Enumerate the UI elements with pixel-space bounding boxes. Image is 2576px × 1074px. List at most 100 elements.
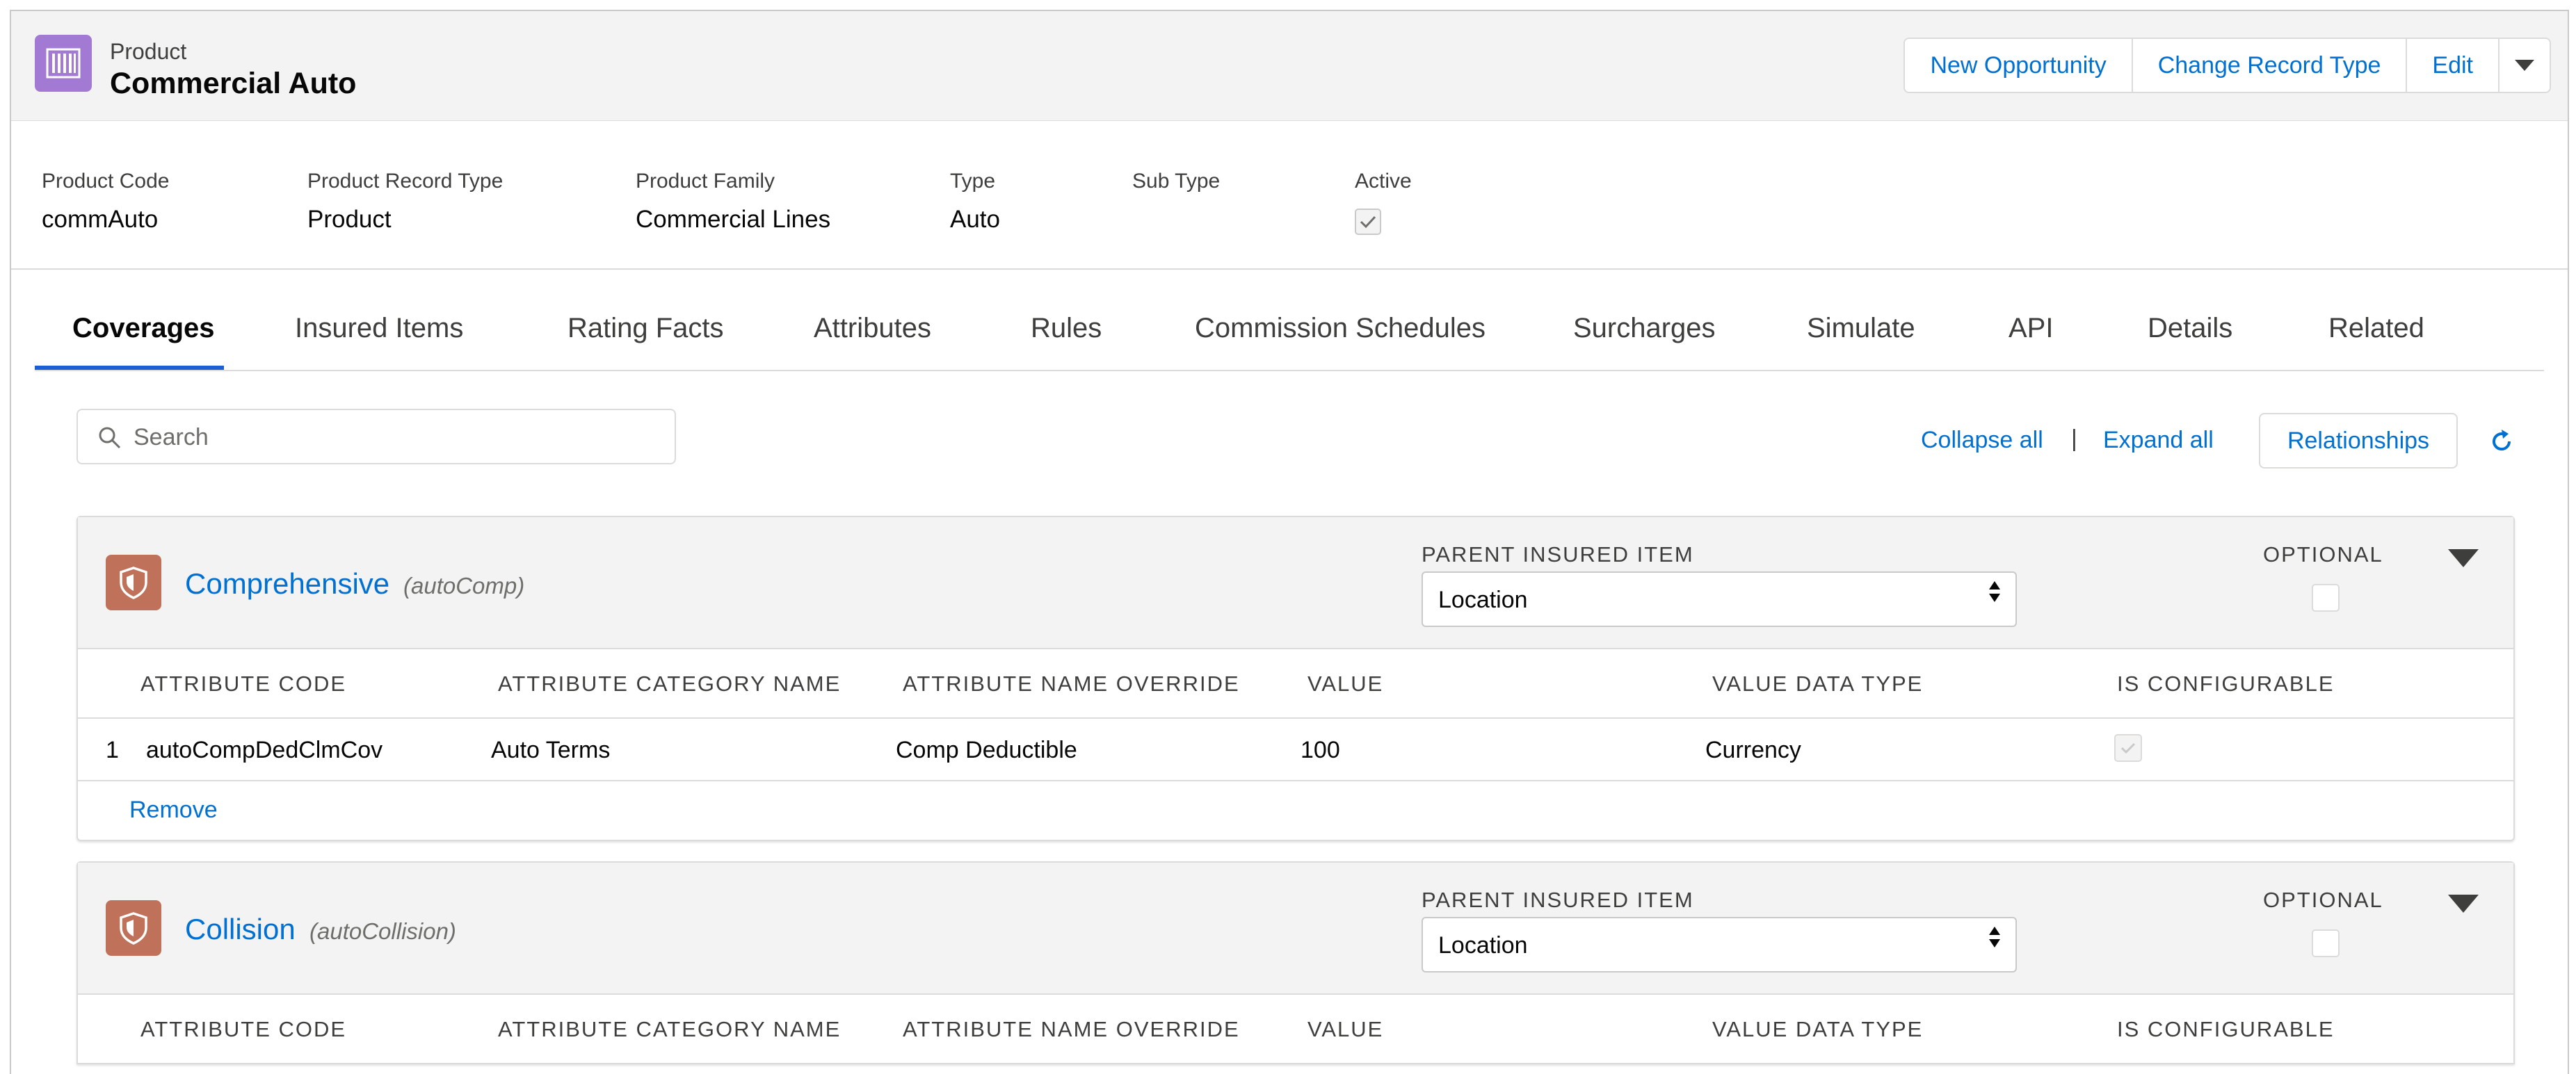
column-header: ATTRIBUTE CODE [140, 672, 347, 696]
checkmark-icon [1360, 215, 1376, 229]
attributes-table-header: ATTRIBUTE CODE ATTRIBUTE CATEGORY NAME A… [78, 995, 2513, 1064]
record-header: Product Commercial Auto New Opportunity … [11, 11, 2568, 121]
field-type: Type Auto [950, 170, 1000, 234]
field-product-family: Product Family Commercial Lines [636, 170, 830, 234]
field-value: Commercial Lines [636, 206, 831, 233]
field-product-record-type: Product Record Type Product [307, 170, 503, 234]
column-header: VALUE [1307, 672, 1384, 696]
field-label: Product Record Type [307, 170, 504, 193]
tab-coverages[interactable]: Coverages [72, 313, 215, 344]
column-header: ATTRIBUTE NAME OVERRIDE [903, 1017, 1240, 1041]
product-icon [35, 35, 92, 92]
search-input[interactable]: Search [77, 409, 676, 464]
search-icon [99, 427, 121, 449]
page-title: Commercial Auto [110, 67, 357, 100]
optional-checkbox[interactable] [2312, 584, 2340, 612]
parent-insured-item-select[interactable]: Location [1422, 917, 2017, 973]
chevron-down-icon [2515, 60, 2534, 71]
table-row: 1 autoCompDedClmCov Auto Terms Comp Dedu… [78, 719, 2513, 781]
edit-button[interactable]: Edit [2407, 39, 2499, 92]
select-arrows-icon [1989, 581, 2000, 602]
column-header: ATTRIBUTE CATEGORY NAME [498, 672, 842, 696]
data-type-cell: Currency [1705, 737, 1801, 763]
checkmark-icon [2120, 742, 2136, 754]
relationships-button[interactable]: Relationships [2259, 413, 2458, 469]
active-tab-indicator [35, 366, 224, 370]
object-type-label: Product [110, 39, 187, 64]
change-record-type-button[interactable]: Change Record Type [2132, 39, 2408, 92]
expand-all-link[interactable]: Expand all [2103, 427, 2214, 454]
more-actions-button[interactable] [2499, 39, 2550, 92]
collapse-caret-icon[interactable] [2448, 549, 2479, 567]
shield-icon [106, 900, 161, 956]
tab-bar: Coverages Insured Items Rating Facts Att… [35, 286, 2544, 371]
separator: | [2071, 425, 2077, 452]
column-header: IS CONFIGURABLE [2117, 672, 2335, 696]
field-label: Active [1355, 170, 1412, 193]
highlights-panel: Product Code commAuto Product Record Typ… [11, 121, 2568, 270]
column-header: VALUE DATA TYPE [1712, 672, 1924, 696]
column-header: VALUE [1307, 1017, 1384, 1041]
tab-rules[interactable]: Rules [1031, 313, 1102, 344]
column-header: VALUE DATA TYPE [1712, 1017, 1924, 1041]
collapse-caret-icon[interactable] [2448, 895, 2479, 913]
name-override-cell: Comp Deductible [896, 737, 1077, 763]
parent-insured-item-label: PARENT INSURED ITEM [1422, 888, 1694, 912]
coverage-header: Comprehensive (autoComp) PARENT INSURED … [78, 517, 2513, 649]
category-cell: Auto Terms [491, 737, 611, 763]
column-header: ATTRIBUTE CATEGORY NAME [498, 1017, 842, 1041]
field-value: Auto [950, 206, 1000, 233]
tab-surcharges[interactable]: Surcharges [1573, 313, 1716, 344]
tab-commission-schedules[interactable]: Commission Schedules [1195, 313, 1486, 344]
optional-checkbox[interactable] [2312, 929, 2340, 957]
tab-details[interactable]: Details [2148, 313, 2232, 344]
app-frame: Product Commercial Auto New Opportunity … [10, 10, 2569, 1074]
parent-insured-item-select[interactable]: Location [1422, 571, 2017, 627]
field-label: Type [950, 170, 996, 193]
attributes-table-header: ATTRIBUTE CODE ATTRIBUTE CATEGORY NAME A… [78, 649, 2513, 719]
coverage-code: (autoCollision) [309, 918, 456, 944]
column-header: IS CONFIGURABLE [2117, 1017, 2335, 1041]
select-value: Location [1438, 587, 1528, 613]
optional-label: OPTIONAL [2263, 888, 2383, 912]
collapse-all-link[interactable]: Collapse all [1921, 427, 2043, 454]
field-sub-type: Sub Type [1132, 170, 1220, 206]
coverage-name-link[interactable]: Comprehensive [185, 567, 389, 601]
attribute-code-cell: autoCompDedClmCov [146, 737, 383, 763]
field-active: Active [1355, 170, 1412, 235]
tab-rating-facts[interactable]: Rating Facts [567, 313, 724, 344]
parent-insured-item-label: PARENT INSURED ITEM [1422, 542, 1694, 567]
tab-insured-items[interactable]: Insured Items [295, 313, 463, 344]
field-label: Sub Type [1132, 170, 1221, 193]
coverage-header: Collision (autoCollision) PARENT INSURED… [78, 863, 2513, 995]
column-header: ATTRIBUTE CODE [140, 1017, 347, 1041]
tab-related[interactable]: Related [2328, 313, 2424, 344]
search-placeholder: Search [134, 424, 209, 450]
field-label: Product Code [42, 170, 170, 193]
is-configurable-checkbox [2114, 734, 2142, 762]
refresh-icon[interactable] [2488, 428, 2515, 455]
new-opportunity-button[interactable]: New Opportunity [1905, 39, 2133, 92]
select-value: Location [1438, 932, 1528, 959]
coverage-card: Collision (autoCollision) PARENT INSURED… [77, 861, 2515, 1064]
field-value: commAuto [42, 206, 159, 233]
coverage-card: Comprehensive (autoComp) PARENT INSURED … [77, 516, 2515, 841]
optional-label: OPTIONAL [2263, 542, 2383, 567]
select-arrows-icon [1989, 927, 2000, 947]
tab-attributes[interactable]: Attributes [814, 313, 931, 344]
shield-icon [106, 555, 161, 610]
field-value: Product [307, 206, 392, 233]
remove-link[interactable]: Remove [129, 797, 218, 824]
header-actions: New Opportunity Change Record Type Edit [1903, 38, 2551, 93]
field-product-code: Product Code commAuto [42, 170, 169, 234]
column-header: ATTRIBUTE NAME OVERRIDE [903, 672, 1240, 696]
coverage-name-link[interactable]: Collision [185, 913, 296, 946]
row-index: 1 [106, 737, 119, 763]
coverage-code: (autoComp) [403, 573, 525, 599]
active-checkbox [1355, 209, 1381, 235]
coverage-footer: Remove [78, 781, 2513, 840]
value-cell: 100 [1301, 737, 1340, 763]
field-label: Product Family [636, 170, 775, 193]
tab-api[interactable]: API [2009, 313, 2053, 344]
tab-simulate[interactable]: Simulate [1807, 313, 1915, 344]
